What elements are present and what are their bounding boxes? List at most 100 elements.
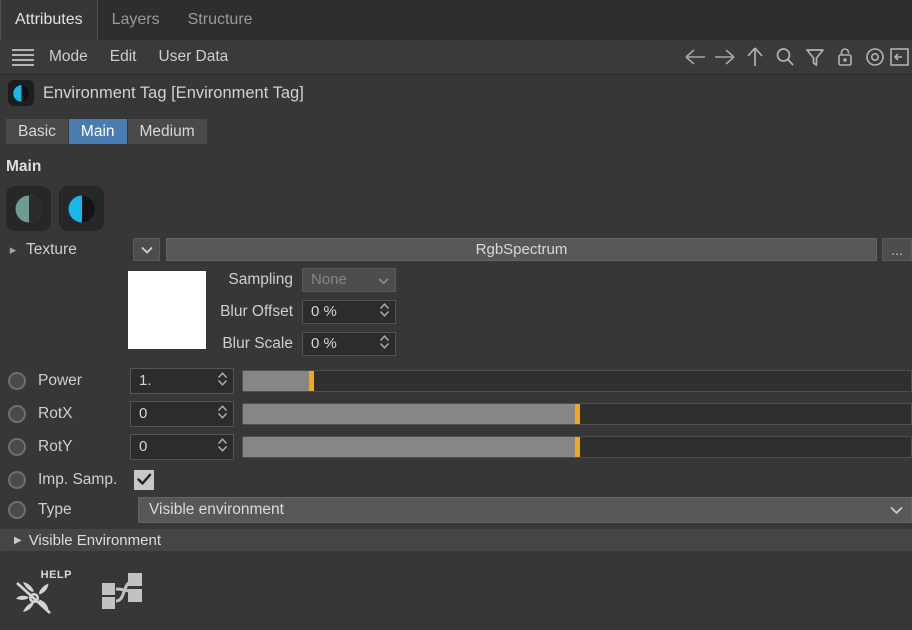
rotx-slider[interactable]	[242, 402, 912, 425]
texture-row: ▸ Texture RgbSpectrum ...	[0, 236, 912, 263]
rotx-slider-handle[interactable]	[575, 403, 580, 424]
subtab-main[interactable]: Main	[68, 119, 128, 144]
power-value: 1.	[139, 372, 152, 389]
menu-item-mode-label: Mode	[49, 48, 88, 65]
tab-attributes[interactable]: Attributes	[0, 0, 98, 40]
environment-active-button[interactable]	[59, 186, 104, 231]
chevron-right-icon[interactable]: ▸	[0, 242, 26, 258]
roty-slider-fill	[243, 436, 577, 457]
subtab-medium-label: Medium	[139, 123, 195, 140]
keyframe-dot-icon[interactable]	[8, 437, 26, 456]
tab-structure-label: Structure	[187, 11, 253, 28]
menu-item-user-data[interactable]: User Data	[148, 40, 240, 74]
texture-more-button[interactable]: ...	[882, 238, 912, 261]
arrow-right-icon[interactable]	[710, 40, 740, 74]
keyframe-dot-icon[interactable]	[8, 470, 26, 489]
search-icon[interactable]	[770, 40, 800, 74]
sampling-value: None	[311, 271, 347, 288]
spinner-updown-icon[interactable]	[379, 334, 390, 354]
panel-tab-strip: Attributes Layers Structure	[0, 0, 912, 41]
keyframe-dot-icon[interactable]	[8, 500, 26, 519]
texture-more-label: ...	[891, 242, 903, 258]
subtab-main-label: Main	[80, 123, 115, 140]
menu-bar: Mode Edit User Data	[0, 40, 912, 75]
blur-offset-input[interactable]: 0 %	[302, 299, 396, 324]
roty-value: 0	[139, 438, 148, 455]
type-select[interactable]: Visible environment	[138, 496, 912, 523]
blur-scale-input[interactable]: 0 %	[302, 331, 396, 356]
tab-structure[interactable]: Structure	[174, 0, 267, 40]
spinner-updown-icon[interactable]	[217, 437, 228, 457]
sampling-select[interactable]: None	[302, 267, 396, 292]
subtab-basic[interactable]: Basic	[6, 119, 69, 144]
keyframe-dot-icon[interactable]	[8, 371, 26, 390]
blur-offset-value: 0 %	[311, 303, 337, 320]
triangle-right-icon: ▶	[14, 534, 22, 546]
subtab-medium[interactable]: Medium	[127, 119, 208, 144]
panel-arrow-icon[interactable]	[890, 40, 912, 74]
chevron-down-icon	[890, 501, 903, 519]
rotx-input[interactable]: 0	[130, 400, 234, 427]
tab-layers-label: Layers	[111, 11, 160, 28]
rotx-label: RotX	[38, 404, 73, 422]
target-icon[interactable]	[860, 40, 890, 74]
roty-row: RotY 0	[0, 430, 912, 463]
roty-label: RotY	[38, 437, 73, 455]
imp-samp-label: Imp. Samp.	[38, 470, 118, 488]
object-header: Environment Tag [Environment Tag]	[0, 74, 912, 112]
texture-preview-swatch[interactable]	[128, 271, 206, 349]
section-title: Main	[6, 158, 42, 175]
blur-scale-row: Blur Scale 0 %	[206, 330, 396, 357]
sampling-row: Sampling None	[206, 266, 396, 293]
environment-inactive-button[interactable]	[6, 186, 51, 231]
type-label: Type	[38, 500, 72, 518]
footer-icon-bar: HELP	[0, 555, 912, 630]
spinner-updown-icon[interactable]	[217, 371, 228, 391]
chevron-down-icon	[378, 271, 389, 288]
imp-samp-checkbox[interactable]	[134, 469, 154, 490]
lock-icon[interactable]	[830, 40, 860, 74]
blur-offset-row: Blur Offset 0 %	[206, 298, 396, 325]
octane-help-icon[interactable]: HELP	[10, 567, 72, 619]
power-slider[interactable]	[242, 369, 912, 392]
visible-environment-group-header[interactable]: ▶ Visible Environment	[0, 529, 912, 551]
attribute-subtabs: Basic Main Medium	[6, 119, 208, 144]
rotx-value: 0	[139, 405, 148, 422]
filter-icon[interactable]	[800, 40, 830, 74]
checkmark-icon	[136, 473, 151, 485]
power-input[interactable]: 1.	[130, 367, 234, 394]
attribute-manager-panel: Attributes Layers Structure Mode Edit Us…	[0, 0, 912, 630]
environment-button-group	[6, 186, 104, 231]
roty-slider[interactable]	[242, 435, 912, 458]
subtab-basic-label: Basic	[18, 123, 56, 140]
spinner-updown-icon[interactable]	[217, 404, 228, 424]
power-slider-handle[interactable]	[309, 370, 315, 391]
sampling-label: Sampling	[228, 270, 293, 288]
tab-attributes-label: Attributes	[15, 11, 83, 28]
tab-layers[interactable]: Layers	[98, 0, 174, 40]
type-value: Visible environment	[149, 500, 284, 518]
spinner-updown-icon[interactable]	[379, 302, 390, 322]
texture-dropdown-button[interactable]	[133, 238, 160, 261]
arrow-left-icon[interactable]	[680, 40, 710, 74]
arrow-up-icon[interactable]	[740, 40, 770, 74]
power-slider-fill	[243, 370, 312, 391]
menu-item-mode[interactable]: Mode	[38, 40, 99, 74]
page-title: Environment Tag [Environment Tag]	[43, 83, 304, 102]
roty-slider-handle[interactable]	[575, 436, 580, 457]
hamburger-menu-icon[interactable]	[8, 40, 38, 74]
help-label: HELP	[40, 568, 72, 581]
menu-item-user-data-label: User Data	[158, 48, 229, 65]
roty-input[interactable]: 0	[130, 433, 234, 460]
rotx-row: RotX 0	[0, 397, 912, 430]
visible-environment-group-label: Visible Environment	[28, 531, 161, 549]
blur-scale-label: Blur Scale	[222, 334, 293, 352]
type-row: Type Visible environment	[0, 493, 912, 526]
texture-value-text: RgbSpectrum	[475, 241, 568, 258]
node-graph-icon[interactable]	[94, 567, 152, 619]
blur-scale-value: 0 %	[311, 335, 337, 352]
texture-value-field[interactable]: RgbSpectrum	[166, 238, 877, 261]
keyframe-dot-icon[interactable]	[8, 404, 26, 423]
environment-tag-icon	[8, 80, 34, 106]
menu-item-edit[interactable]: Edit	[99, 40, 148, 74]
